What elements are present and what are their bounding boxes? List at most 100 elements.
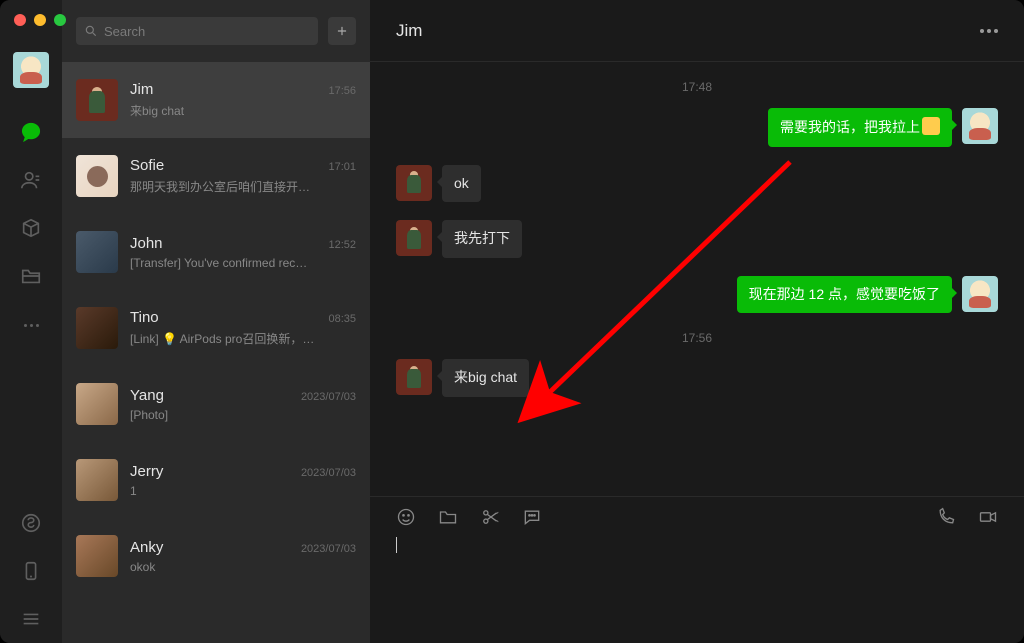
chat-history-icon (522, 507, 542, 527)
miniprogram-icon (20, 512, 42, 534)
chat-time: 08:35 (328, 313, 356, 325)
video-icon (978, 507, 998, 527)
chat-item-john[interactable]: John12:52 [Transfer] You've confirmed re… (62, 214, 370, 290)
chat-time: 2023/07/03 (301, 543, 356, 555)
avatar (962, 108, 998, 144)
window-controls (14, 14, 66, 26)
nav-favorites[interactable] (0, 204, 62, 252)
message-received[interactable]: 我先打下 (396, 220, 998, 258)
file-button[interactable] (438, 507, 458, 527)
chat-time: 2023/07/03 (301, 391, 356, 403)
avatar (962, 276, 998, 312)
nav-contacts[interactable] (0, 156, 62, 204)
chat-item-tino[interactable]: Tino 08:35 [Link] 💡 AirPods pro召回换新，… (62, 290, 370, 366)
close-window-button[interactable] (14, 14, 26, 26)
phone-icon (20, 560, 42, 582)
message-bubble: 现在那边 12 点，感觉要吃饭了 (737, 276, 952, 314)
chat-preview: okok (130, 560, 356, 574)
message-bubble: 来big chat (442, 359, 529, 397)
video-call-button[interactable] (978, 507, 998, 527)
chat-name: Tino (130, 309, 159, 326)
time-divider: 17:48 (396, 80, 998, 94)
compose-area (370, 496, 1024, 643)
message-received[interactable]: ok (396, 165, 998, 203)
chat-preview: [Photo] (130, 408, 356, 422)
smiley-icon (396, 507, 416, 527)
hamburger-icon (20, 608, 42, 630)
message-bubble: 我先打下 (442, 220, 522, 258)
avatar (396, 359, 432, 395)
search-input[interactable] (104, 24, 310, 39)
chat-name: Anky (130, 539, 163, 556)
chat-item-jim[interactable]: Jim17:56 来big chat (62, 62, 370, 138)
avatar (76, 383, 118, 425)
folder-icon (20, 265, 42, 287)
plus-icon (335, 24, 349, 38)
chat-name: John (130, 235, 163, 252)
chat-name: Yang (130, 387, 164, 404)
chat-name: Sofie (130, 157, 164, 174)
nav-menu[interactable] (0, 595, 62, 643)
search-box[interactable] (76, 17, 318, 45)
cube-icon (20, 217, 42, 239)
message-list[interactable]: 17:48 需要我的话，把我拉上 ok 我先打下 现在那边 12 点，感觉要吃饭… (370, 62, 1024, 496)
chat-time: 17:56 (328, 85, 356, 97)
chat-item-jerry[interactable]: Jerry 2023/07/03 1 (62, 442, 370, 518)
search-icon (84, 24, 98, 38)
chat-preview: 那明天我到办公室后咱们直接开… (130, 178, 356, 195)
minimize-window-button[interactable] (34, 14, 46, 26)
chat-bubble-icon (20, 121, 42, 143)
user-avatar[interactable] (13, 52, 49, 88)
chat-list: Jim17:56 来big chat Sofie17:01 那明天我到办公室后咱… (62, 62, 370, 643)
chat-header: Jim (370, 0, 1024, 62)
avatar (76, 459, 118, 501)
chat-panel: Jim 17:48 需要我的话，把我拉上 ok 我先打下 现在那边 12 点， (370, 0, 1024, 643)
chat-title: Jim (396, 21, 422, 41)
avatar (396, 220, 432, 256)
chat-time: 12:52 (328, 239, 356, 251)
new-chat-button[interactable] (328, 17, 356, 45)
nav-sidebar (0, 0, 62, 643)
chat-list-header (62, 0, 370, 62)
contacts-icon (20, 169, 42, 191)
nav-chats[interactable] (0, 108, 62, 156)
fullscreen-window-button[interactable] (54, 14, 66, 26)
chat-time: 17:01 (328, 161, 356, 173)
chat-more-button[interactable] (980, 29, 998, 33)
chat-name: Jerry (130, 463, 163, 480)
message-sent[interactable]: 现在那边 12 点，感觉要吃饭了 (396, 276, 998, 314)
scissors-icon (480, 507, 500, 527)
emoji-button[interactable] (396, 507, 416, 527)
message-text: 需要我的话，把我拉上 (780, 119, 920, 135)
phone-call-icon (936, 507, 956, 527)
nav-more-apps[interactable] (0, 300, 62, 348)
caret-icon (396, 537, 397, 553)
chat-name: Jim (130, 81, 153, 98)
chat-item-yang[interactable]: Yang 2023/07/03 [Photo] (62, 366, 370, 442)
history-button[interactable] (522, 507, 542, 527)
nav-miniprogram[interactable] (0, 499, 62, 547)
avatar (396, 165, 432, 201)
chat-time: 2023/07/03 (301, 467, 356, 479)
avatar (76, 535, 118, 577)
nav-files[interactable] (0, 252, 62, 300)
message-received[interactable]: 来big chat (396, 359, 998, 397)
chat-preview: [Link] 💡 AirPods pro召回换新，… (130, 330, 356, 347)
avatar (76, 307, 118, 349)
chat-list-panel: Jim17:56 来big chat Sofie17:01 那明天我到办公室后咱… (62, 0, 370, 643)
message-bubble: 需要我的话，把我拉上 (768, 108, 952, 147)
voice-call-button[interactable] (936, 507, 956, 527)
folder-icon (438, 507, 458, 527)
compose-input[interactable] (396, 537, 998, 627)
time-divider: 17:56 (396, 331, 998, 345)
dots-horizontal-icon (24, 324, 39, 327)
screenshot-button[interactable] (480, 507, 500, 527)
emoji-icon (922, 117, 940, 135)
message-bubble: ok (442, 165, 481, 203)
app-window: Jim 17:56 来big chat Sofie 17:01 那明天我到办公室后咱… (0, 0, 1024, 643)
chat-item-sofie[interactable]: Sofie 17:01 那明天我到办公室后咱们直接开… (62, 138, 370, 214)
chat-preview: 1 (130, 484, 356, 498)
nav-phone[interactable] (0, 547, 62, 595)
message-sent[interactable]: 需要我的话，把我拉上 (396, 108, 998, 147)
chat-item-anky[interactable]: Anky 2023/07/03 okok (62, 518, 370, 594)
